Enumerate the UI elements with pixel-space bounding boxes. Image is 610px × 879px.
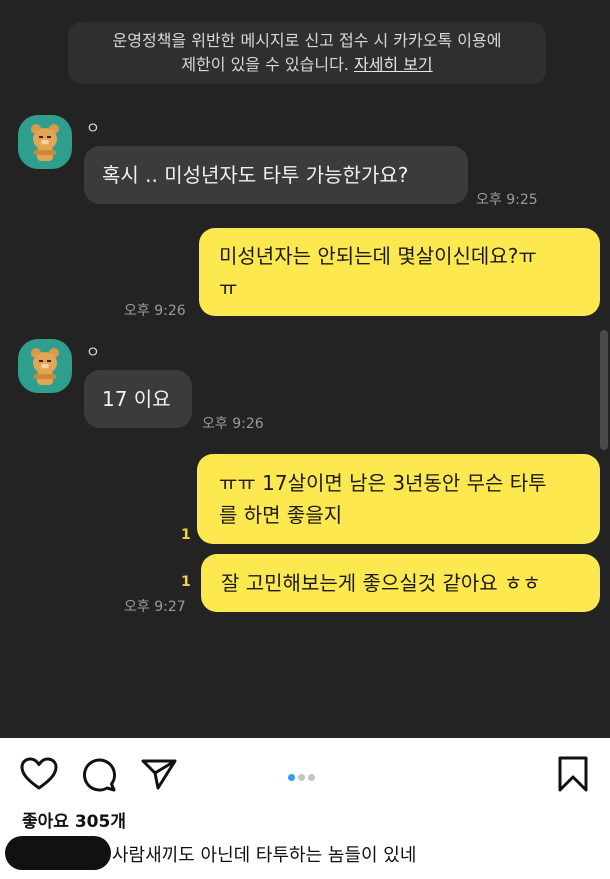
unread-count: 1 [181,574,191,590]
notice-text-line1: 운영정책을 위반한 메시지로 신고 접수 시 카카오톡 이용에 [112,31,502,50]
message-text: 미성년자는 안되는데 몇살이신데요?ㅠ [219,244,537,268]
notice-text-line2: 제한이 있을 수 있습니다. [181,55,349,74]
message-time: 오후 9:27 [124,599,186,615]
message-text: 혹시 .. 미성년자도 타투 가능한가요? [102,163,409,187]
carousel-dot [308,774,315,781]
sender-avatar[interactable] [18,115,72,169]
carousel-dot-active [288,774,295,781]
heart-icon[interactable] [20,757,58,791]
chat-screenshot: 운영정책을 위반한 메시지로 신고 접수 시 카카오톡 이용에 제한이 있을 수… [0,0,610,738]
message-time: 오후 9:26 [124,303,186,319]
comment-text: 사람새끼도 아닌데 타투하는 놈들이 있네 [112,845,417,866]
sender-name: ㅇ [86,343,100,361]
comment-icon[interactable] [81,757,117,793]
unread-count: 1 [181,527,191,543]
message-text: ㅠ [219,276,238,300]
like-count[interactable]: 좋아요 305개 [22,807,126,832]
message-time: 오후 9:25 [476,192,538,208]
report-notice: 운영정책을 위반한 메시지로 신고 접수 시 카카오톡 이용에 제한이 있을 수… [68,22,546,84]
bear-avatar-icon [31,348,59,385]
bookmark-icon[interactable] [556,755,590,793]
message-time: 오후 9:26 [202,416,264,432]
message-text: 잘 고민해보는게 좋으실것 같아요 ㅎㅎ [221,571,541,595]
message-text: 17 이요 [102,387,171,411]
scrollbar[interactable] [600,330,608,450]
carousel-dot [298,774,305,781]
message-bubble-outgoing[interactable]: ㅠㅠ 17살이면 남은 3년동안 무슨 타투 를 하면 좋을지 [197,454,600,544]
details-link[interactable]: 자세히 보기 [354,55,433,74]
message-bubble-incoming[interactable]: 혹시 .. 미성년자도 타투 가능한가요? [84,146,468,204]
message-text: ㅠㅠ 17살이면 남은 3년동안 무슨 타투 [219,471,547,495]
carousel-indicator [288,766,318,785]
message-bubble-outgoing[interactable]: 미성년자는 안되는데 몇살이신데요?ㅠ ㅠ [199,228,600,316]
message-bubble-outgoing[interactable]: 잘 고민해보는게 좋으실것 같아요 ㅎㅎ [201,554,600,612]
message-bubble-incoming[interactable]: 17 이요 [84,370,192,428]
bear-avatar-icon [31,124,59,161]
redacted-username [5,836,111,870]
share-icon[interactable] [140,757,178,791]
message-text: 를 하면 좋을지 [219,503,343,527]
sender-avatar[interactable] [18,339,72,393]
sender-name: ㅇ [86,119,100,137]
